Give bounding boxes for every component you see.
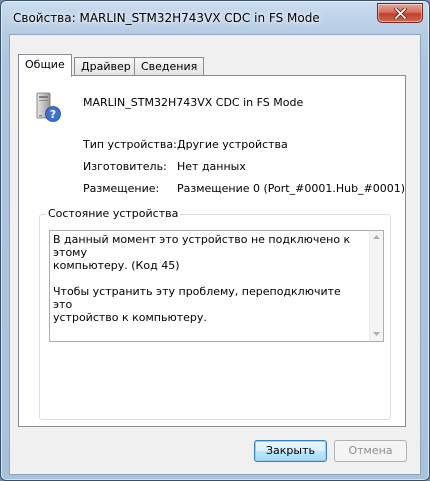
device-status-text: В данный момент это устройство не подклю… bbox=[53, 233, 351, 324]
dialog-client-area: Общие Драйвер Сведения ? MARLIN_STM32H74… bbox=[9, 34, 421, 475]
device-status-group: Состояние устройства В данный момент это… bbox=[39, 207, 391, 420]
properties-dialog: Свойства: MARLIN_STM32H743VX CDC in FS M… bbox=[0, 0, 430, 481]
manufacturer-value: Нет данных bbox=[177, 160, 246, 173]
window-close-button[interactable] bbox=[377, 3, 423, 23]
close-icon bbox=[394, 8, 407, 19]
title-bar[interactable]: Свойства: MARLIN_STM32H743VX CDC in FS M… bbox=[1, 1, 429, 35]
location-value: Размещение 0 (Port_#0001.Hub_#0001) bbox=[177, 182, 406, 195]
device-type-value: Другие устройства bbox=[177, 138, 288, 151]
status-scrollbar[interactable] bbox=[369, 231, 383, 341]
tab-details[interactable]: Сведения bbox=[134, 57, 205, 76]
device-name: MARLIN_STM32H743VX CDC in FS Mode bbox=[83, 96, 304, 109]
scroll-down-icon[interactable] bbox=[373, 332, 380, 336]
tab-driver[interactable]: Драйвер bbox=[74, 57, 138, 76]
device-status-title: Состояние устройства bbox=[46, 207, 181, 220]
manufacturer-label: Изготовитель: bbox=[83, 160, 167, 173]
cancel-button[interactable]: Отмена bbox=[334, 440, 407, 462]
close-button[interactable]: Закрыть bbox=[254, 440, 327, 462]
window-title: Свойства: MARLIN_STM32H743VX CDC in FS M… bbox=[13, 11, 320, 25]
scroll-up-icon[interactable] bbox=[373, 235, 380, 239]
unknown-device-icon: ? bbox=[36, 92, 61, 122]
tab-general[interactable]: Общие bbox=[18, 54, 72, 77]
device-status-textbox[interactable]: В данный момент это устройство не подклю… bbox=[49, 230, 384, 342]
tab-panel-general: ? MARLIN_STM32H743VX CDC in FS Mode Тип … bbox=[18, 75, 406, 427]
device-type-label: Тип устройства: bbox=[83, 138, 177, 151]
svg-text:?: ? bbox=[50, 108, 56, 121]
location-label: Размещение: bbox=[83, 182, 160, 195]
